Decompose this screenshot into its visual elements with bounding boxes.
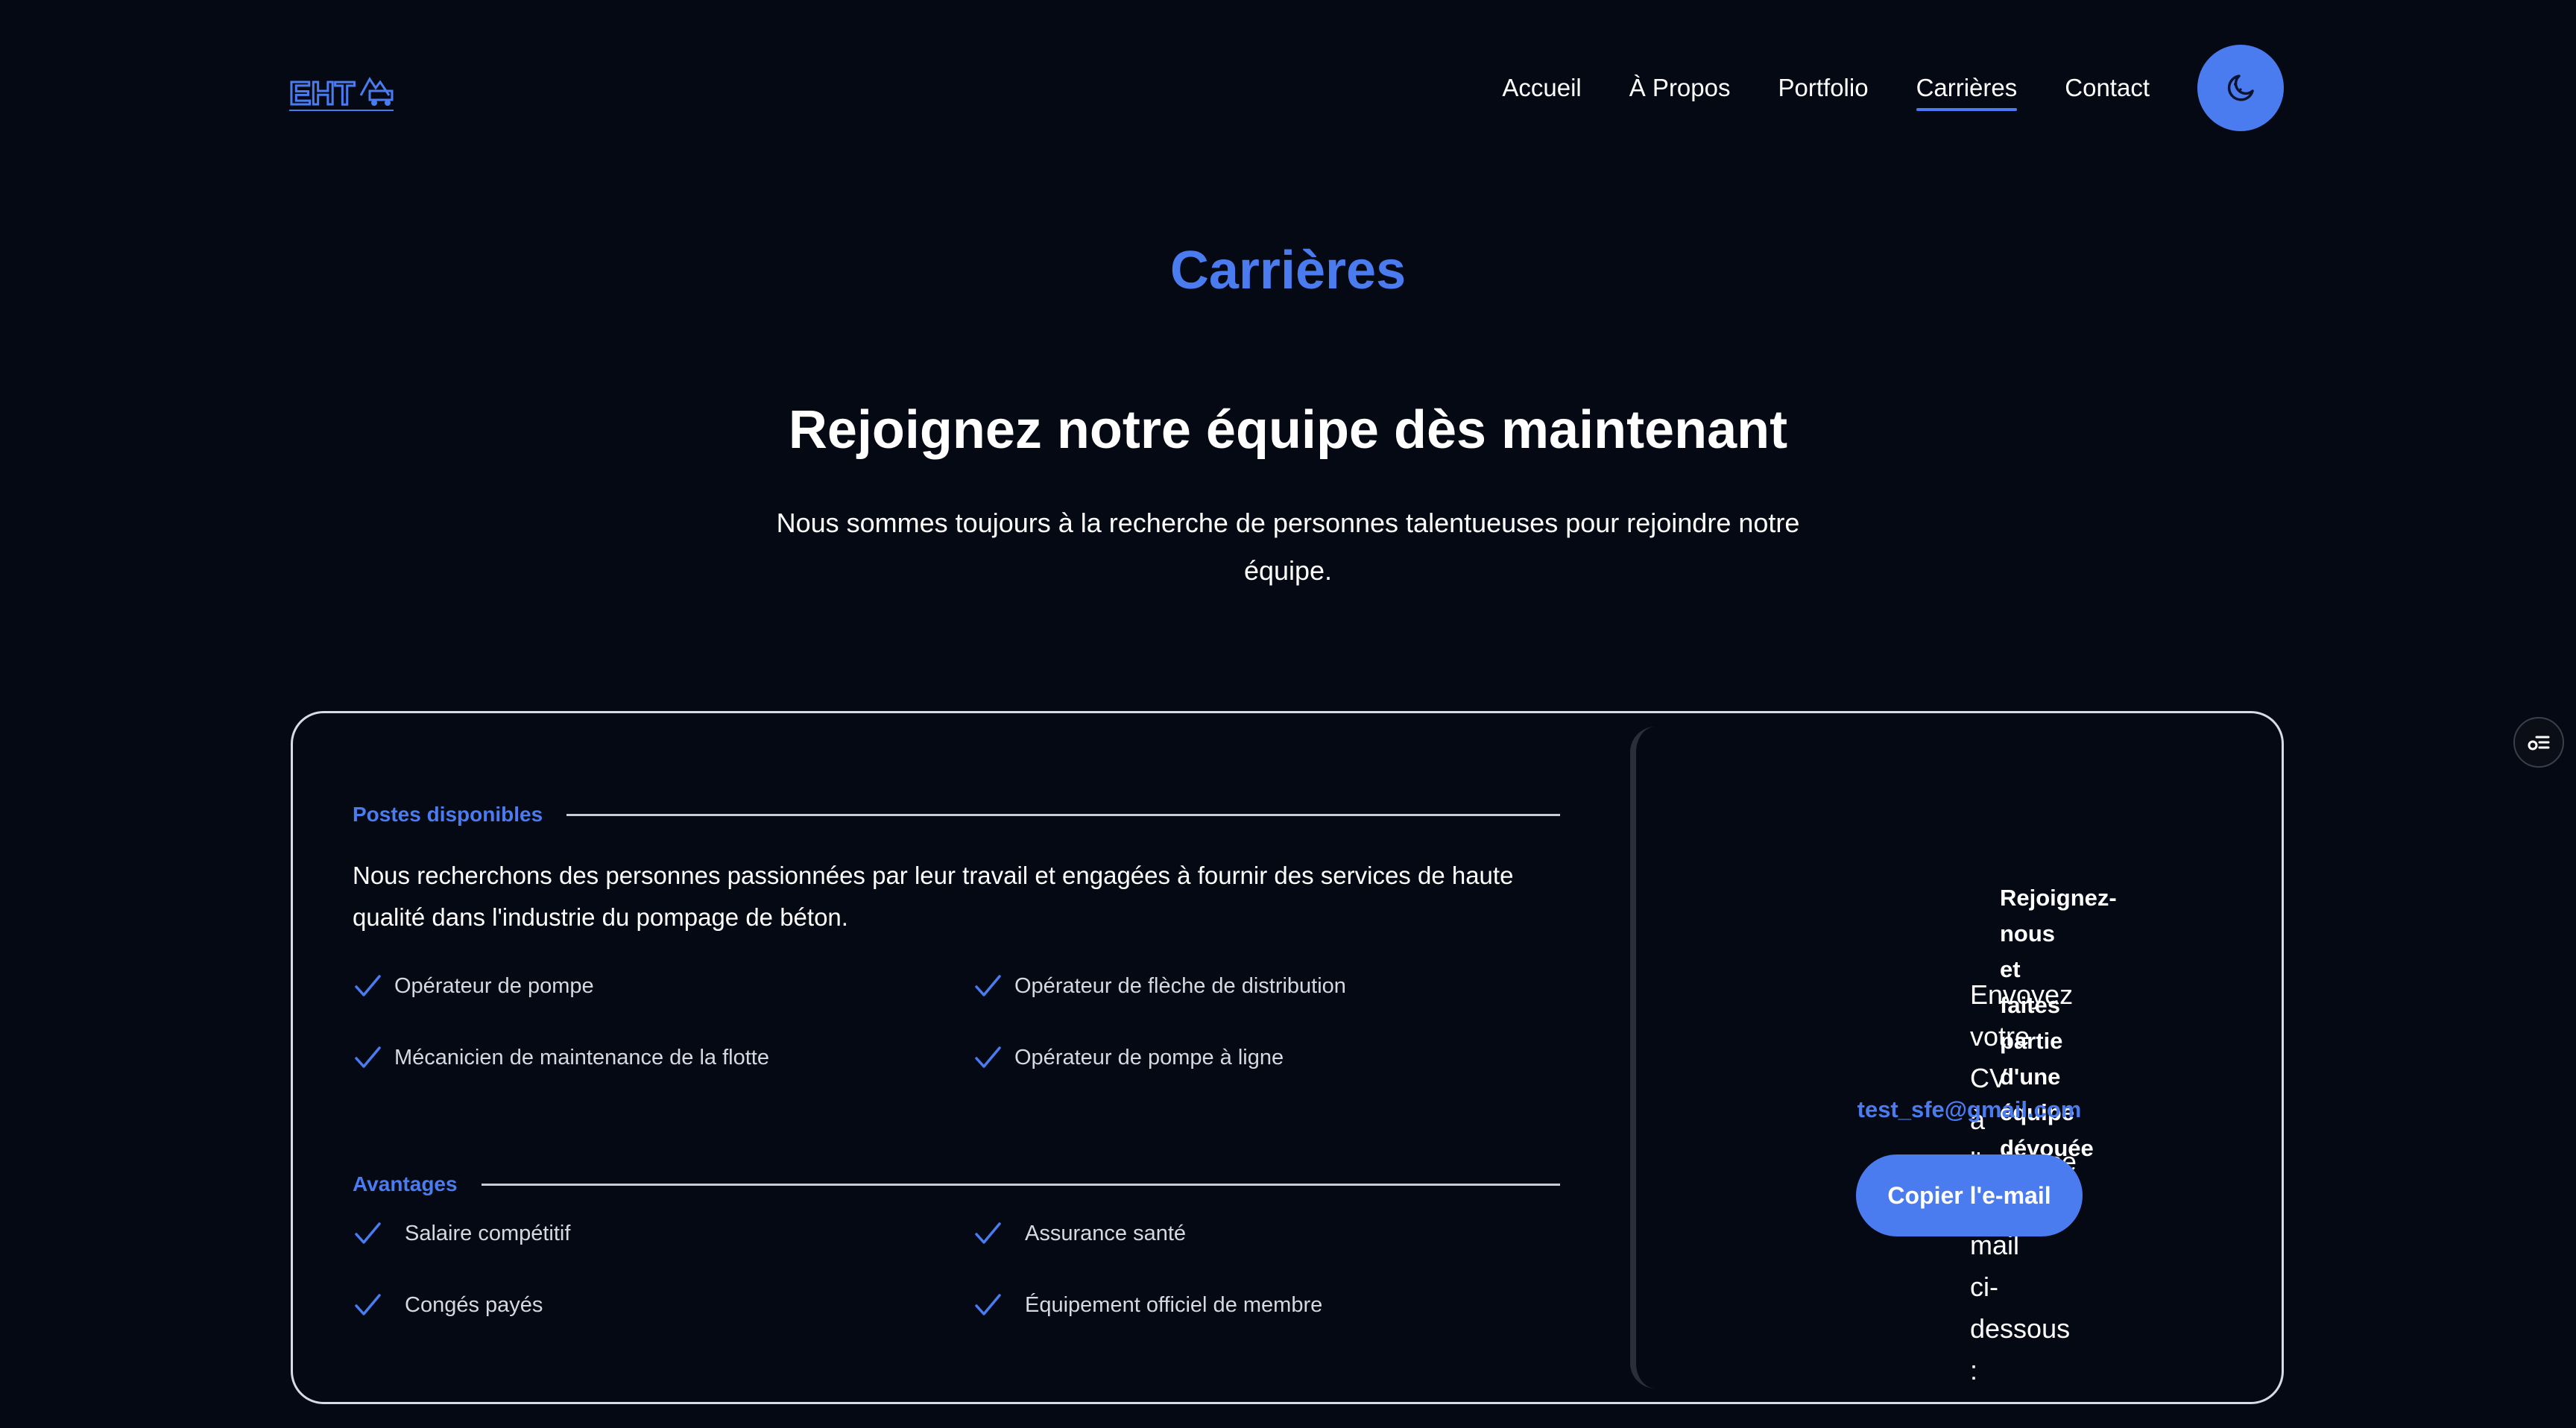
benefits-heading-row: Avantages xyxy=(353,1172,1560,1196)
toggle-list-icon-glyph xyxy=(2528,736,2550,751)
nav-carrieres[interactable]: Carrières xyxy=(1916,74,2017,111)
position-label: Opérateur de pompe xyxy=(394,973,594,998)
list-item: Salaire compétitif xyxy=(353,1219,570,1248)
divider-line xyxy=(566,813,1560,816)
check-icon xyxy=(355,975,381,996)
position-label: Mécanicien de maintenance de la flotte xyxy=(394,1045,769,1070)
page: EHT Accueil À Propos Portfolio Carrières… xyxy=(0,0,2576,1428)
check-icon xyxy=(355,1222,381,1244)
toggle-list-icon[interactable] xyxy=(2513,717,2564,768)
benefits-heading: Avantages xyxy=(353,1172,458,1195)
list-item: Opérateur de pompe à ligne xyxy=(973,1043,1284,1072)
check-icon xyxy=(355,1046,381,1068)
theme-toggle-button[interactable] xyxy=(2197,45,2284,131)
nav-portfolio[interactable]: Portfolio xyxy=(1778,74,1869,102)
moon-icon xyxy=(2227,75,2254,101)
careers-card: Postes disponibles Nous recherchons des … xyxy=(291,711,2284,1404)
check-icon xyxy=(975,1294,1001,1315)
position-label: Opérateur de flèche de distribution xyxy=(1014,973,1346,998)
svg-text:EHT: EHT xyxy=(289,75,355,112)
check-icon xyxy=(975,1046,1001,1068)
check-icon xyxy=(975,1222,1001,1244)
benefit-label: Salaire compétitif xyxy=(405,1221,571,1245)
divider-line xyxy=(481,1183,1560,1186)
positions-description: Nous recherchons des personnes passionné… xyxy=(353,862,1514,931)
email-link[interactable]: test_sfe@gmail.com xyxy=(1657,1096,2282,1123)
benefit-label: Équipement officiel de membre xyxy=(1025,1292,1323,1317)
nav-a-propos[interactable]: À Propos xyxy=(1629,74,1731,102)
check-icon xyxy=(975,975,1001,996)
section-title: Carrières xyxy=(1169,241,1407,300)
headline: Rejoignez notre équipe dès maintenant xyxy=(788,400,1788,460)
copy-email-button[interactable]: Copier l'e-mail xyxy=(1856,1154,2083,1236)
list-item: Assurance santé xyxy=(973,1219,1186,1248)
list-item: Opérateur de flèche de distribution xyxy=(973,971,1346,1001)
nav-accueil[interactable]: Accueil xyxy=(1502,74,1581,102)
benefit-label: Assurance santé xyxy=(1025,1221,1187,1245)
logo-icon: EHT xyxy=(288,75,394,113)
check-icon xyxy=(355,1294,381,1315)
nav-contact[interactable]: Contact xyxy=(2065,74,2150,102)
positions-column: Postes disponibles Nous recherchons des … xyxy=(353,713,1560,1402)
list-item: Congés payés xyxy=(353,1290,543,1320)
intro-text: Nous sommes toujours à la recherche de p… xyxy=(776,508,1800,586)
list-item: Opérateur de pompe xyxy=(353,971,594,1001)
list-item: Équipement officiel de membre xyxy=(973,1290,1322,1320)
logo[interactable]: EHT xyxy=(288,63,398,115)
positions-heading: Postes disponibles xyxy=(353,803,543,826)
position-label: Opérateur de pompe à ligne xyxy=(1014,1045,1284,1070)
main-nav: Accueil À Propos Portfolio Carrières Con… xyxy=(1502,45,2284,131)
apply-panel: Rejoignez-nous et faites partie d'une éq… xyxy=(1657,713,2282,1402)
benefit-label: Congés payés xyxy=(405,1292,543,1317)
positions-heading-row: Postes disponibles xyxy=(353,803,1560,827)
column-divider xyxy=(1630,727,1658,1388)
list-item: Mécanicien de maintenance de la flotte xyxy=(353,1043,769,1072)
